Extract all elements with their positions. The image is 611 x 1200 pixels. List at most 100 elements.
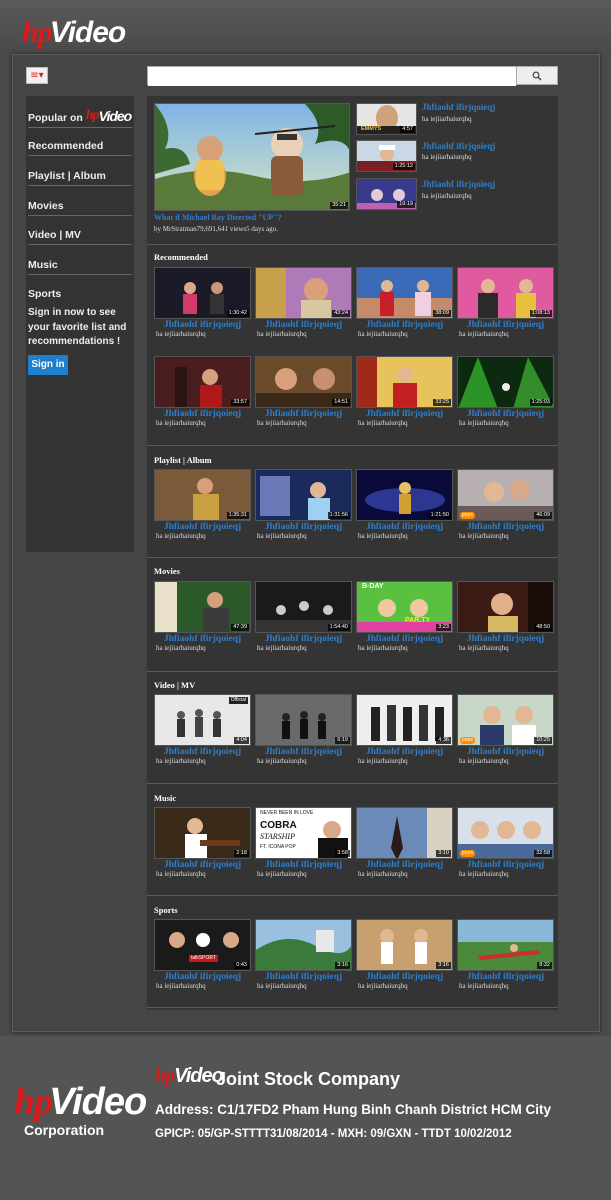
video-card[interactable]: 1:08:13 Jhfiaohf ifirjqoieqj ha iejiiarh…	[457, 267, 554, 338]
video-title[interactable]: Jhfiaohf ifirjqoieqj	[255, 409, 352, 419]
video-card[interactable]: 3:16 Jhfiaohf ifirjqoieqj ha iejiiarhaiu…	[255, 919, 352, 990]
video-title[interactable]: Jhfiaohf ifirjqoieqj	[154, 409, 251, 419]
side-video-title[interactable]: Jhfiaohf ifirjqoieqj	[422, 141, 495, 151]
video-card[interactable]: 1:25:03 Jhfiaohf ifirjqoieqj ha iejiiarh…	[457, 356, 554, 427]
video-thumbnail: 48:50	[457, 581, 554, 633]
video-card[interactable]: Official 4:04 Jhfiaohf ifirjqoieqj ha iej…	[154, 694, 251, 765]
video-subtitle: ha iejiiarhaiurqhq	[459, 644, 509, 652]
video-subtitle: ha iejiiarhaiurqhq	[358, 644, 408, 652]
video-card[interactable]: 6:19 Jhfiaohf ifirjqoieqj ha iejiiarhaiu…	[255, 694, 352, 765]
video-title[interactable]: Jhfiaohf ifirjqoieqj	[255, 634, 352, 644]
video-card[interactable]: 1:21:50 Jhfiaohf ifirjqoieqj ha iejiiarh…	[356, 469, 453, 540]
side-video-thumbnail[interactable]: 1:25:12	[356, 140, 417, 172]
video-title[interactable]: Jhfiaohf ifirjqoieqj	[356, 320, 453, 330]
video-title[interactable]: Jhfiaohf ifirjqoieqj	[457, 860, 554, 870]
sidebar-item-popular[interactable]: Popular on hp Video	[28, 108, 132, 128]
video-title[interactable]: Jhfiaohf ifirjqoieqj	[356, 747, 453, 757]
video-title[interactable]: Jhfiaohf ifirjqoieqj	[356, 860, 453, 870]
video-title[interactable]: Jhfiaohf ifirjqoieqj	[457, 634, 554, 644]
video-title[interactable]: Jhfiaohf ifirjqoieqj	[154, 634, 251, 644]
sidebar-item-sports[interactable]: Sports	[28, 288, 132, 303]
video-card[interactable]: 3:16 Jhfiaohf ifirjqoieqj ha iejiiarhaiu…	[356, 919, 453, 990]
video-title[interactable]: Jhfiaohf ifirjqoieqj	[154, 320, 251, 330]
signin-button[interactable]: Sign in	[28, 355, 68, 375]
side-video-title[interactable]: Jhfiaohf ifirjqoieqj	[422, 102, 495, 112]
video-subtitle: ha iejiiarhaiurqhq	[156, 644, 206, 652]
video-card[interactable]: 2:18 Jhfiaohf ifirjqoieqj ha iejiiarhaiu…	[154, 807, 251, 878]
site-logo[interactable]: hp Video	[22, 4, 126, 50]
video-card[interactable]: NEVER BEEN IN LOVE COBRA STARSHIP FT. IC…	[255, 807, 352, 878]
section-movies: Movies 47:39 Jhfiaohf ifirjqoieqj ha iej…	[147, 560, 558, 672]
video-card[interactable]: B-DAY PAR.TY 3:23 Jhfiaohf ifirjqoieqj ha …	[356, 581, 453, 652]
video-card[interactable]: talkSPORT 0:43 Jhfiaohf ifirjqoieqj ha ie…	[154, 919, 251, 990]
video-card[interactable]: 48:50 Jhfiaohf ifirjqoieqj ha iejiiarhai…	[457, 581, 554, 652]
duration-badge: 1:25:03	[529, 399, 552, 406]
footer-address: Address: C1/17FD2 Pham Hung Binh Chanh D…	[155, 1102, 552, 1117]
video-title[interactable]: Jhfiaohf ifirjqoieqj	[356, 634, 453, 644]
video-thumbnail: pops 46:09	[457, 469, 554, 521]
video-title[interactable]: Jhfiaohf ifirjqoieqj	[457, 972, 554, 982]
sidebar-item-video-mv[interactable]: Video | MV	[28, 229, 132, 245]
menu-button[interactable]: ≡▾	[26, 67, 48, 84]
search-icon	[532, 71, 542, 81]
featured-thumbnail	[155, 104, 349, 210]
video-card[interactable]: 14:51 Jhfiaohf ifirjqoieqj ha iejiiarhai…	[255, 356, 352, 427]
video-card[interactable]: 3:10 Jhfiaohf ifirjqoieqj ha iejiiarhaiu…	[356, 807, 453, 878]
video-card[interactable]: 38:09 Jhfiaohf ifirjqoieqj ha iejiiarhai…	[356, 267, 453, 338]
side-video-title[interactable]: Jhfiaohf ifirjqoieqj	[422, 179, 495, 189]
video-card[interactable]: pops 46:09 Jhfiaohf ifirjqoieqj ha iejiia…	[457, 469, 554, 540]
sidebar-item-movies[interactable]: Movies	[28, 200, 132, 216]
video-card[interactable]: 33:25 Jhfiaohf ifirjqoieqj ha iejiiarhai…	[356, 356, 453, 427]
video-title[interactable]: Jhfiaohf ifirjqoieqj	[154, 860, 251, 870]
duration-badge: 47:39	[231, 624, 249, 631]
main-content: 35:21 What if Michael Bay Directed "UP"?…	[147, 96, 558, 1010]
sidebar-item-music[interactable]: Music	[28, 259, 132, 275]
video-title[interactable]: Jhfiaohf ifirjqoieqj	[255, 747, 352, 757]
video-subtitle: ha iejiiarhaiurqhq	[459, 982, 509, 990]
video-card[interactable]: 47:39 Jhfiaohf ifirjqoieqj ha iejiiarhai…	[154, 581, 251, 652]
video-title[interactable]: Jhfiaohf ifirjqoieqj	[255, 860, 352, 870]
video-card[interactable]: 1:35:31 Jhfiaohf ifirjqoieqj ha iejiiarh…	[154, 469, 251, 540]
search-button[interactable]	[516, 67, 557, 84]
video-title[interactable]: Jhfiaohf ifirjqoieqj	[255, 522, 352, 532]
section-video-mv: Video | MV Official 4:04 Jhfiaohf ifirjqo…	[147, 674, 558, 784]
video-title[interactable]: Jhfiaohf ifirjqoieqj	[154, 522, 251, 532]
video-card[interactable]: 1:30:42 Jhfiaohf ifirjqoieqj ha iejiiarh…	[154, 267, 251, 338]
sidebar-item-playlist[interactable]: Playlist | Album	[28, 170, 132, 186]
featured-section: 35:21 What if Michael Bay Directed "UP"?…	[147, 96, 558, 245]
featured-title[interactable]: What if Michael Bay Directed "UP"?	[154, 213, 282, 222]
video-title[interactable]: Jhfiaohf ifirjqoieqj	[154, 972, 251, 982]
section-title: Video | MV	[154, 680, 196, 690]
video-subtitle: ha iejiiarhaiurqhq	[156, 757, 206, 765]
search-input[interactable]	[148, 69, 516, 86]
video-title[interactable]: Jhfiaohf ifirjqoieqj	[457, 747, 554, 757]
video-card[interactable]: 1:31:56 Jhfiaohf ifirjqoieqj ha iejiiarh…	[255, 469, 352, 540]
sidebar-item-recommended[interactable]: Recommended	[28, 140, 132, 156]
video-title[interactable]: Jhfiaohf ifirjqoieqj	[255, 320, 352, 330]
video-card[interactable]: pops 10:25 Jhfiaohf ifirjqoieqj ha iejiia…	[457, 694, 554, 765]
video-subtitle: ha iejiiarhaiurqhq	[156, 870, 206, 878]
video-card[interactable]: 8:32 Jhfiaohf ifirjqoieqj ha iejiiarhaiu…	[457, 919, 554, 990]
side-video-thumbnail[interactable]: EMMYS 4:57	[356, 103, 417, 135]
duration-badge: 6:19	[335, 737, 350, 744]
video-title[interactable]: Jhfiaohf ifirjqoieqj	[457, 522, 554, 532]
video-title[interactable]: Jhfiaohf ifirjqoieqj	[255, 972, 352, 982]
video-card[interactable]: 43:24 Jhfiaohf ifirjqoieqj ha iejiiarhai…	[255, 267, 352, 338]
video-card[interactable]: 4:36 Jhfiaohf ifirjqoieqj ha iejiiarhaiu…	[356, 694, 453, 765]
side-video-subtitle: ha iejiiarhaiurqhq	[422, 115, 472, 123]
featured-video[interactable]: 35:21	[154, 103, 350, 211]
video-card[interactable]: 1:54:40 Jhfiaohf ifirjqoieqj ha iejiiarh…	[255, 581, 352, 652]
video-title[interactable]: Jhfiaohf ifirjqoieqj	[457, 409, 554, 419]
video-title[interactable]: Jhfiaohf ifirjqoieqj	[457, 320, 554, 330]
side-video-thumbnail[interactable]: 19:19	[356, 178, 417, 210]
video-card[interactable]: pops 32:58 Jhfiaohf ifirjqoieqj ha iejiia…	[457, 807, 554, 878]
duration-badge: 4:04	[234, 737, 249, 744]
footer-logo: hp Video	[14, 1081, 147, 1123]
video-thumbnail: 14:51	[255, 356, 352, 408]
video-title[interactable]: Jhfiaohf ifirjqoieqj	[356, 972, 453, 982]
video-card[interactable]: 33:57 Jhfiaohf ifirjqoieqj ha iejiiarhai…	[154, 356, 251, 427]
video-title[interactable]: Jhfiaohf ifirjqoieqj	[356, 522, 453, 532]
video-title[interactable]: Jhfiaohf ifirjqoieqj	[356, 409, 453, 419]
video-title[interactable]: Jhfiaohf ifirjqoieqj	[154, 747, 251, 757]
video-thumbnail: talkSPORT 0:43	[154, 919, 251, 971]
